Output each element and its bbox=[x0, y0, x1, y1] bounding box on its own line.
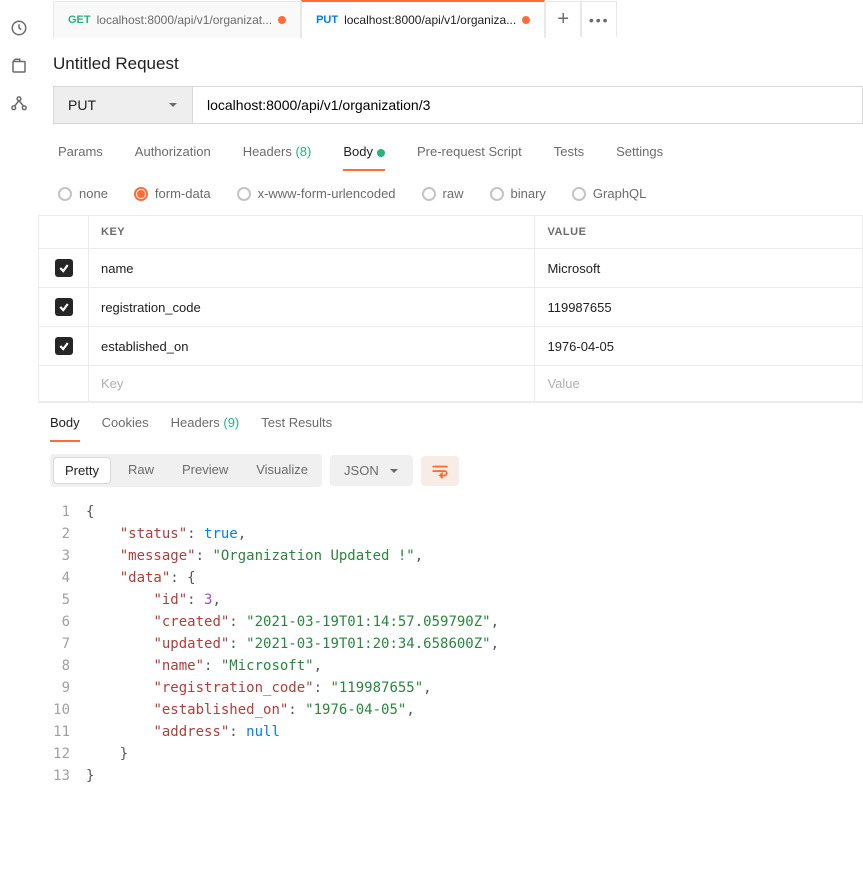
table-row: name Microsoft bbox=[39, 249, 863, 288]
tab-method: GET bbox=[68, 14, 91, 26]
main-area: GET localhost:8000/api/v1/organizat... P… bbox=[38, 0, 863, 876]
body-type-graphql[interactable]: GraphQL bbox=[572, 186, 646, 201]
cell-value[interactable]: Microsoft bbox=[535, 249, 863, 288]
table-row-empty: Key Value bbox=[39, 366, 863, 402]
request-subtabs: Params Authorization Headers (8) Body Pr… bbox=[38, 124, 863, 172]
dirty-dot-icon bbox=[278, 16, 286, 24]
pretty-button[interactable]: Pretty bbox=[53, 457, 111, 484]
tab-headers[interactable]: Headers (8) bbox=[243, 144, 312, 171]
key-placeholder[interactable]: Key bbox=[89, 366, 535, 402]
col-value: VALUE bbox=[535, 216, 863, 249]
body-type-binary[interactable]: binary bbox=[490, 186, 546, 201]
table-row: established_on 1976-04-05 bbox=[39, 327, 863, 366]
request-tab-1[interactable]: GET localhost:8000/api/v1/organizat... bbox=[53, 1, 301, 38]
cell-value[interactable]: 119987655 bbox=[535, 288, 863, 327]
more-tabs-button[interactable]: ••• bbox=[581, 1, 617, 37]
tab-body[interactable]: Body bbox=[343, 144, 385, 171]
body-type-xwww[interactable]: x-www-form-urlencoded bbox=[237, 186, 396, 201]
response-tabs: Body Cookies Headers (9) Test Results bbox=[38, 402, 863, 442]
tab-settings[interactable]: Settings bbox=[616, 144, 663, 171]
tab-tests[interactable]: Tests bbox=[554, 144, 584, 171]
resp-tab-headers[interactable]: Headers (9) bbox=[171, 415, 240, 442]
resp-tab-test-results[interactable]: Test Results bbox=[261, 415, 332, 442]
cell-key[interactable]: name bbox=[89, 249, 535, 288]
tab-authorization[interactable]: Authorization bbox=[135, 144, 211, 171]
request-tab-2[interactable]: PUT localhost:8000/api/v1/organiza... bbox=[301, 0, 545, 38]
add-tab-button[interactable]: + bbox=[545, 1, 581, 37]
col-checkbox bbox=[39, 216, 89, 249]
dirty-dot-icon bbox=[522, 16, 530, 24]
chevron-down-icon bbox=[168, 100, 178, 110]
apis-icon[interactable] bbox=[0, 85, 38, 123]
visualize-button[interactable]: Visualize bbox=[242, 454, 322, 487]
resp-tab-body[interactable]: Body bbox=[50, 415, 80, 442]
response-toolbar: Pretty Raw Preview Visualize JSON bbox=[38, 442, 863, 497]
request-name: Untitled Request bbox=[38, 38, 863, 86]
left-sidebar bbox=[0, 0, 38, 876]
formdata-table: KEY VALUE name Microsoft registration_co… bbox=[38, 215, 863, 402]
response-body: 1{ 2 "status": true, 3 "message": "Organ… bbox=[38, 497, 863, 787]
method-value: PUT bbox=[68, 97, 96, 113]
body-type-formdata[interactable]: form-data bbox=[134, 186, 211, 201]
wrap-lines-button[interactable] bbox=[421, 456, 459, 486]
raw-button[interactable]: Raw bbox=[114, 454, 168, 487]
body-type-selector: none form-data x-www-form-urlencoded raw… bbox=[38, 172, 863, 215]
col-key: KEY bbox=[89, 216, 535, 249]
tab-params[interactable]: Params bbox=[58, 144, 103, 171]
folder-icon[interactable] bbox=[0, 47, 38, 85]
chevron-down-icon bbox=[389, 466, 399, 476]
body-active-dot-icon bbox=[377, 149, 385, 157]
tab-title: localhost:8000/api/v1/organiza... bbox=[344, 13, 516, 27]
body-type-raw[interactable]: raw bbox=[422, 186, 464, 201]
body-type-none[interactable]: none bbox=[58, 186, 108, 201]
history-icon[interactable] bbox=[0, 9, 38, 47]
tab-prerequest[interactable]: Pre-request Script bbox=[417, 144, 522, 171]
row-checkbox[interactable] bbox=[55, 298, 73, 316]
tab-title: localhost:8000/api/v1/organizat... bbox=[97, 13, 272, 27]
preview-button[interactable]: Preview bbox=[168, 454, 242, 487]
method-select[interactable]: PUT bbox=[53, 86, 193, 124]
row-checkbox[interactable] bbox=[55, 337, 73, 355]
tab-method: PUT bbox=[316, 14, 338, 26]
cell-value[interactable]: 1976-04-05 bbox=[535, 327, 863, 366]
request-tabs-bar: GET localhost:8000/api/v1/organizat... P… bbox=[38, 0, 863, 38]
format-select[interactable]: JSON bbox=[330, 455, 413, 486]
cell-key[interactable]: registration_code bbox=[89, 288, 535, 327]
url-input[interactable] bbox=[193, 86, 863, 124]
url-row: PUT bbox=[38, 86, 863, 124]
wrap-icon bbox=[431, 462, 449, 480]
resp-tab-cookies[interactable]: Cookies bbox=[102, 415, 149, 442]
cell-key[interactable]: established_on bbox=[89, 327, 535, 366]
view-mode-group: Pretty Raw Preview Visualize bbox=[50, 454, 322, 487]
value-placeholder[interactable]: Value bbox=[535, 366, 863, 402]
row-checkbox[interactable] bbox=[55, 259, 73, 277]
table-row: registration_code 119987655 bbox=[39, 288, 863, 327]
